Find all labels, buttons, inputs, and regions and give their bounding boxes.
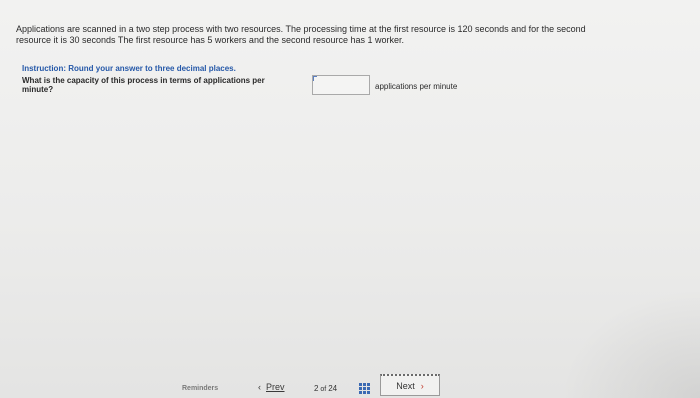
reminders-button[interactable]: Reminders: [182, 385, 218, 392]
answer-input[interactable]: [312, 75, 370, 95]
page: Applications are scanned in a two step p…: [0, 0, 700, 398]
prev-label: Prev: [266, 382, 285, 392]
instruction: Instruction: Round your answer to three …: [22, 64, 236, 74]
page-indicator: 2 of 24: [314, 384, 337, 393]
navigation-footer: Reminders ‹ Prev 2 of 24 Next ›: [0, 370, 700, 398]
answer-input-corner-mark: [313, 76, 317, 81]
next-label: Next: [396, 381, 415, 391]
grid-icon[interactable]: [359, 383, 370, 394]
next-button[interactable]: Next ›: [380, 374, 440, 396]
page-of: of: [320, 386, 327, 393]
question-prompt: What is the capacity of this process in …: [22, 76, 265, 94]
question-text: Applications are scanned in a two step p…: [16, 24, 586, 45]
instruction-label: Instruction:: [22, 64, 66, 73]
chevron-left-icon: ‹: [258, 382, 261, 392]
instruction-text: Round your answer to three decimal place…: [68, 64, 236, 73]
answer-unit-label: applications per minute: [375, 82, 458, 91]
chevron-right-icon: ›: [420, 381, 424, 391]
prev-button[interactable]: ‹ Prev: [258, 382, 285, 392]
page-total: 24: [328, 384, 338, 393]
page-current: 2: [314, 384, 319, 393]
